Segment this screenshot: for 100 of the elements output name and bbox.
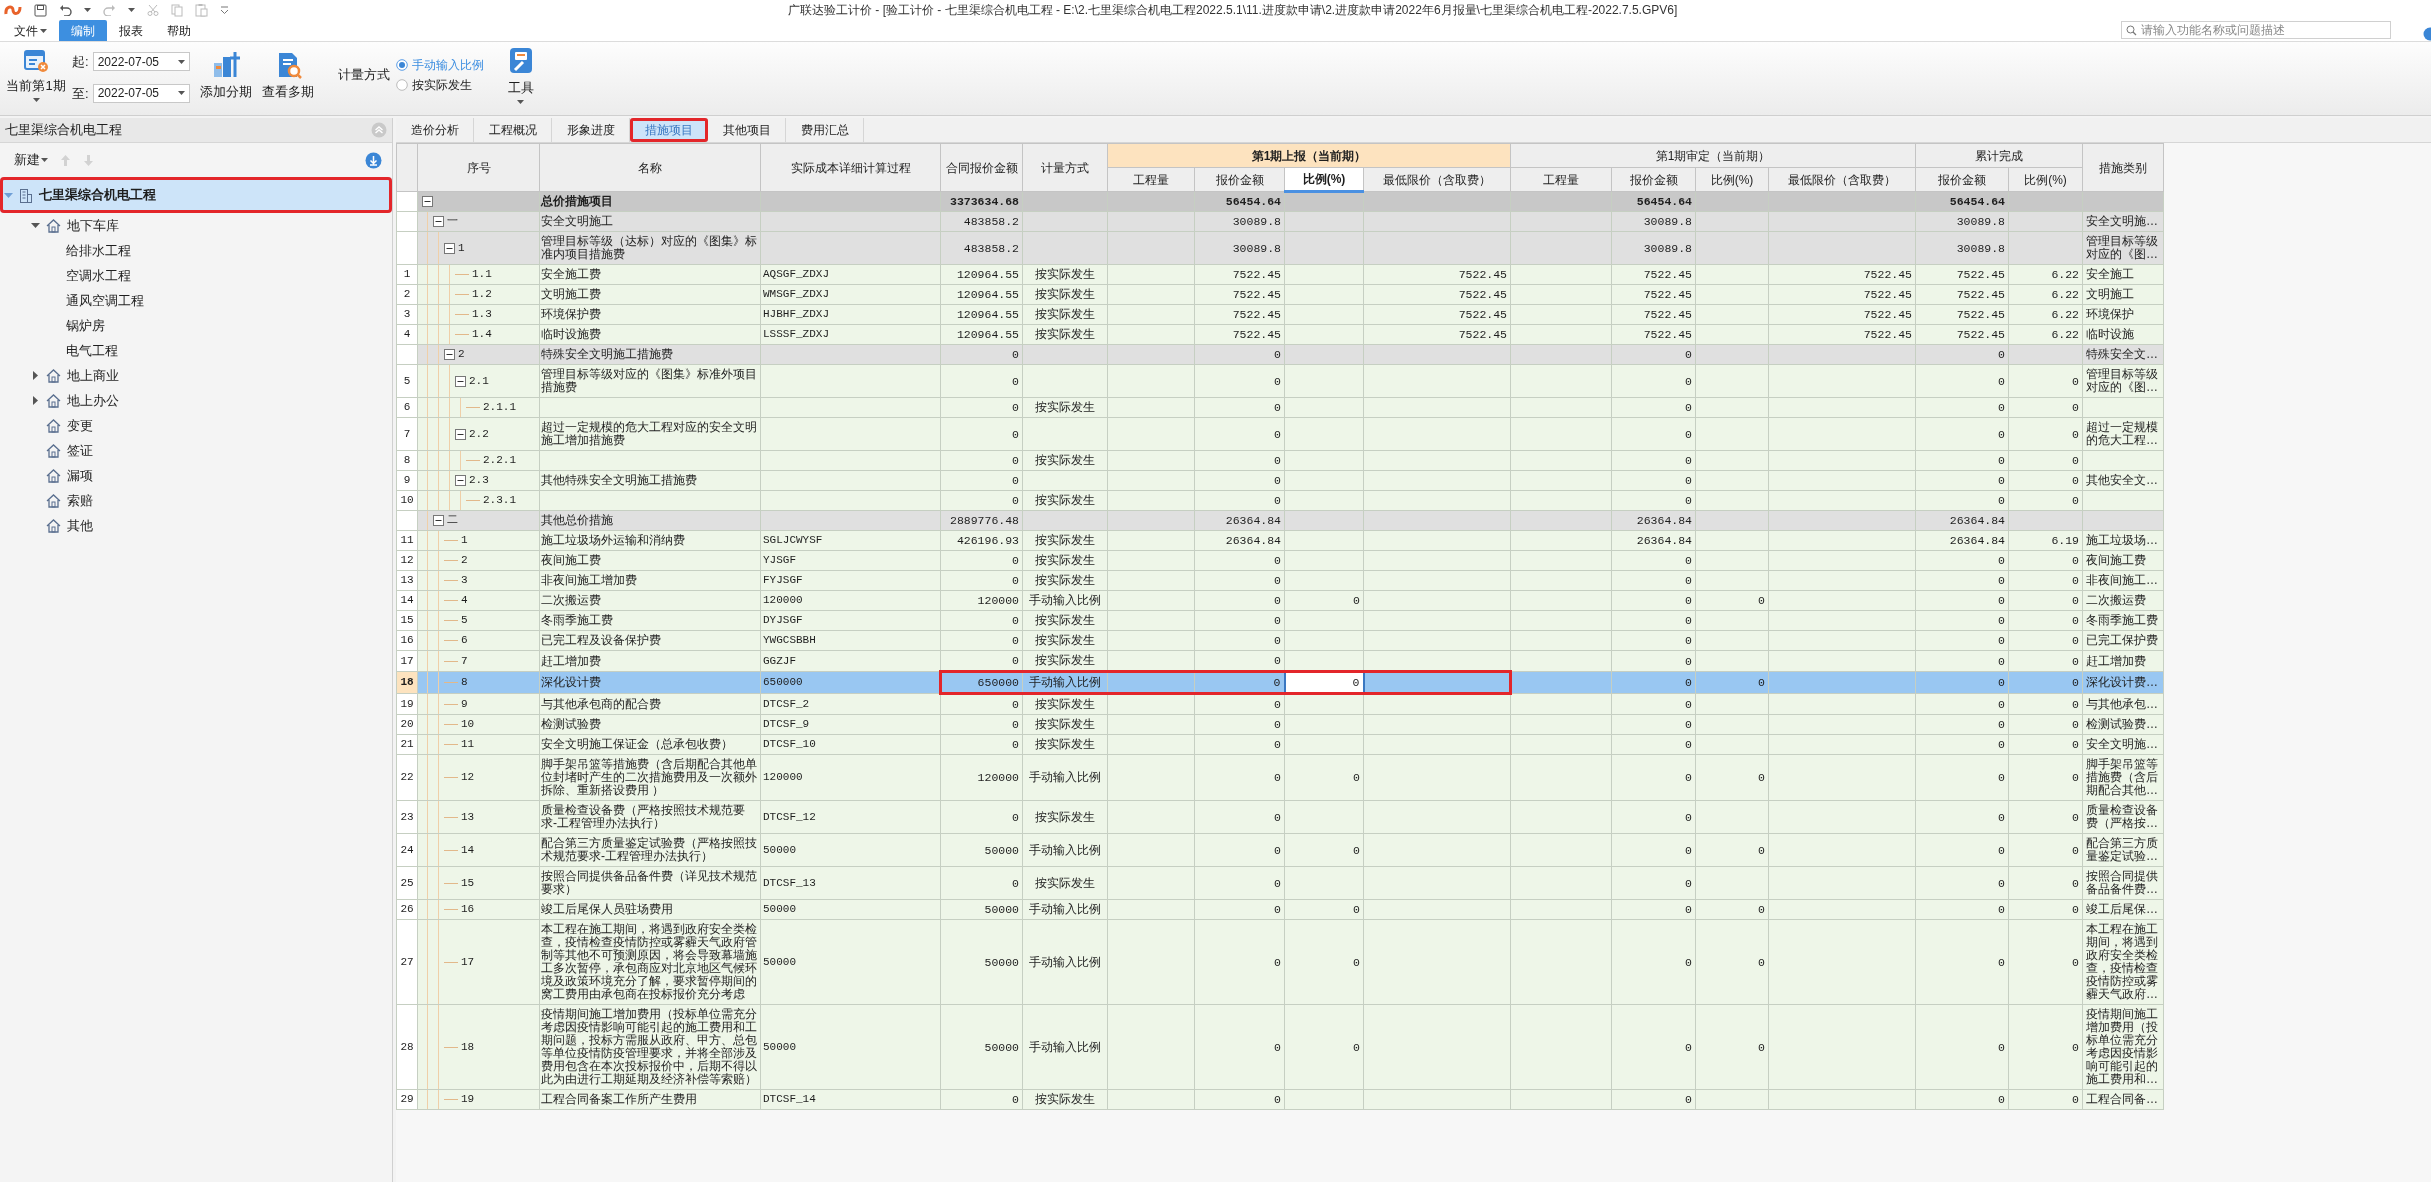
column-header[interactable]: 报价金额 (1194, 167, 1285, 192)
tree-item[interactable]: 锅炉房 (0, 313, 392, 338)
column-header[interactable]: 计量方式 (1022, 143, 1108, 192)
table-row[interactable]: 20 10 检测试验费 DTCSF_9 0 按实际发生 0 0 0 0 检测试验费… (396, 714, 2164, 735)
column-header[interactable]: 实际成本详细计算过程 (760, 143, 941, 192)
collapse-icon[interactable] (433, 216, 444, 227)
undo-icon[interactable] (59, 4, 72, 16)
tree-item[interactable]: 索赔 (0, 488, 392, 513)
table-row[interactable]: 15 5 冬雨季施工费 DYJSGF 0 按实际发生 0 0 0 0 冬雨季施工费 (396, 610, 2164, 631)
tree-item[interactable]: 通风空调工程 (0, 288, 392, 313)
tree-item[interactable]: 地下车库 (0, 213, 392, 238)
menu-item[interactable]: 文件 (2, 20, 59, 41)
tab[interactable]: 措施项目 (630, 118, 708, 142)
table-row[interactable]: 3 1.3 环境保护费 HJBHF_ZDXJ 120964.55 按实际发生 7522.45 7522.45 7522.45 7522.45 7522.45 6.22 环境保护 (396, 304, 2164, 325)
table-row[interactable]: 13 3 非夜间施工增加费 FYJSGF 0 按实际发生 0 0 0 0 非夜间施工… (396, 570, 2164, 591)
column-header[interactable]: 合同报价金额 (940, 143, 1023, 192)
radio-option[interactable]: 按实际发生 (395, 76, 484, 94)
table-cell: 安全施工 (2082, 264, 2164, 285)
collapse-icon[interactable] (455, 475, 466, 486)
collapse-arrow-icon[interactable] (31, 221, 40, 230)
table-row[interactable]: 14 4 二次搬运费 120000 120000 手动输入比例 0 0 0 0 0 0 二次搬运费 (396, 590, 2164, 611)
column-header[interactable]: 最低限价（含取费） (1768, 167, 1916, 192)
help-icon[interactable] (2423, 27, 2431, 41)
table-row[interactable]: 22 12 脚手架吊篮等措施费（含后期配合其他单位封堵时产生的二次措施费用及一次额外拆除、重新搭设费用 ） 120000 120000 手动输入比例 0 0 0 0 0 0 脚手架吊篮等措施费（含后期配合其他… (396, 754, 2164, 801)
table-cell[interactable]: 0 (1284, 671, 1364, 694)
caret-icon[interactable] (177, 91, 185, 96)
column-header[interactable]: 报价金额 (1915, 167, 2009, 192)
download-icon[interactable] (365, 151, 382, 169)
caret-icon[interactable] (128, 8, 135, 12)
date-field[interactable]: 2022-07-05 (92, 52, 190, 72)
table-row[interactable]: 6 2.1.1 0 按实际发生 0 0 0 0 (396, 397, 2164, 418)
table-row[interactable]: 19 9 与其他承包商的配合费 DTCSF_2 0 按实际发生 0 0 0 0 与其他承包… (396, 693, 2164, 715)
table-cell: 夜间施工费 (2082, 550, 2164, 571)
table-row[interactable]: 10 2.3.1 0 按实际发生 0 0 0 0 (396, 490, 2164, 511)
tab[interactable]: 工程概况 (474, 118, 552, 142)
column-header[interactable]: 序号 (417, 143, 540, 192)
table-row[interactable]: 总价措施项目 3373634.68 56454.64 56454.64 56454.64 (396, 191, 2164, 212)
tree-item[interactable]: 电气工程 (0, 338, 392, 363)
collapse-icon[interactable] (455, 428, 466, 440)
table-cell: 0 (940, 417, 1023, 451)
collapse-icon[interactable] (444, 349, 455, 360)
table-cell: 0 (1611, 590, 1696, 611)
table-row[interactable]: 29 19 工程合同备案工作所产生费用 DTCSF_14 0 按实际发生 0 0 0 0 工程合同备… (396, 1089, 2164, 1110)
tree-item[interactable]: 地上办公 (0, 388, 392, 413)
table-row[interactable]: 一 安全文明施工 483858.2 30089.8 30089.8 30089.8 安全文明施… (396, 211, 2164, 232)
table-cell: 脚手架吊篮等措施费（含后期配合其他单位封堵时产生的二次措施费用及一次额外拆除、重新搭设费用 ） (539, 754, 761, 801)
tree-item[interactable]: 其他 (0, 513, 392, 538)
caret-icon[interactable] (177, 59, 185, 64)
outline-number: 11 (461, 738, 475, 751)
table-row[interactable]: 1 管理目标等级（达标）对应的《图集》标准内项目措施费 483858.2 30089.8 30089.8 30089.8 管理目标等级对应的《图… (396, 231, 2164, 265)
table-row[interactable]: 11 1 施工垃圾场外运输和消纳费 SGLJCWYSF 426196.93 按实际发生 26364.84 26364.84 26364.84 6.19 施工垃圾场… (396, 530, 2164, 551)
tab[interactable]: 费用汇总 (786, 118, 864, 142)
toolbar-button[interactable]: 查看多期 (261, 50, 314, 102)
period-button[interactable]: 当前第1期 (4, 46, 68, 102)
tree-item[interactable]: 签证 (0, 438, 392, 463)
table-row[interactable]: 1 1.1 安全施工费 AQSGF_ZDXJ 120964.55 按实际发生 7522.45 7522.45 7522.45 7522.45 7522.45 6.22 安全施工 (396, 264, 2164, 285)
menu-item[interactable]: 报表 (107, 20, 155, 41)
collapse-icon[interactable] (433, 515, 444, 526)
tree-item[interactable]: 地上商业 (0, 363, 392, 388)
table-row[interactable]: 9 2.3 其他特殊安全文明施工措施费 0 0 0 0 0 其他安全文… (396, 470, 2164, 491)
table-row[interactable]: 4 1.4 临时设施费 LSSSF_ZDXJ 120964.55 按实际发生 7522.45 7522.45 7522.45 7522.45 7522.45 6.22 临时设施 (396, 324, 2164, 345)
column-header[interactable]: 措施类别 (2082, 143, 2164, 192)
tree-item[interactable]: 变更 (0, 413, 392, 438)
table-cell: 安全文明施… (2082, 211, 2164, 232)
table-row[interactable]: 12 2 夜间施工费 YJSGF 0 按实际发生 0 0 0 0 夜间施工费 (396, 550, 2164, 571)
table-row[interactable]: 8 2.2.1 0 按实际发生 0 0 0 0 (396, 450, 2164, 471)
search-field[interactable]: 请输入功能名称或问题描述 (2121, 21, 2391, 39)
tools-button[interactable]: 工具 (505, 46, 536, 104)
column-header[interactable]: 工程量 (1510, 167, 1612, 192)
tree-item[interactable]: 给排水工程 (0, 238, 392, 263)
expand-arrow-icon[interactable] (31, 371, 40, 380)
save-icon[interactable] (34, 3, 47, 17)
date-field[interactable]: 2022-07-05 (92, 83, 190, 103)
collapse-icon[interactable] (422, 196, 433, 207)
tree-item[interactable]: 漏项 (0, 463, 392, 488)
table-row[interactable]: 2 特殊安全文明施工措施费 0 0 0 0 特殊安全文… (396, 344, 2164, 365)
table-cell: 与其他承包商的配合费 (539, 693, 761, 715)
column-header[interactable]: 最低限价（含取费） (1363, 167, 1511, 192)
table-row[interactable]: 二 其他总价措施 2889776.48 26364.84 26364.84 26364.84 (396, 510, 2164, 531)
customize-icon[interactable] (220, 5, 229, 15)
table-row[interactable]: 26 16 竣工后尾保人员驻场费用 50000 50000 手动输入比例 0 0 0 0 0 0 竣工后尾保… (396, 899, 2164, 920)
expand-arrow-icon[interactable] (31, 396, 40, 405)
tree-item[interactable]: 空调水工程 (0, 263, 392, 288)
table-row[interactable]: 16 6 已完工程及设备保护费 YWGCSBBH 0 按实际发生 0 0 0 0 已完工保护费 (396, 630, 2164, 651)
collapse-icon[interactable] (455, 375, 466, 387)
outline-number: 16 (461, 903, 475, 916)
toolbar-button[interactable]: 添加分期 (199, 50, 252, 102)
caret-icon[interactable] (84, 8, 91, 12)
table-row[interactable]: 18 8 深化设计费 650000 650000 手动输入比例 0 0 0 0 0 0 深化设计费… (396, 671, 2164, 694)
new-button[interactable]: 新建 (14, 150, 48, 170)
table-cell: 0 (940, 693, 1023, 715)
menu-item[interactable]: 帮助 (155, 20, 203, 41)
tree-item[interactable]: 七里渠综合机电工程 (0, 177, 392, 213)
table-row[interactable]: 2 1.2 文明施工费 WMSGF_ZDXJ 120964.55 按实际发生 7522.45 7522.45 7522.45 7522.45 7522.45 6.22 文明施工 (396, 284, 2164, 305)
tab[interactable]: 其他项目 (708, 118, 786, 142)
table-row[interactable]: 21 11 安全文明施工保证金（总承包收费） DTCSF_10 0 按实际发生 0 0 0 0 安全文明施… (396, 734, 2164, 755)
collapse-icon[interactable] (444, 242, 455, 254)
tab[interactable]: 造价分析 (396, 118, 474, 142)
column-header[interactable]: 名称 (539, 143, 761, 192)
table-cell: 超过一定规模的危大工程… (2082, 417, 2164, 451)
